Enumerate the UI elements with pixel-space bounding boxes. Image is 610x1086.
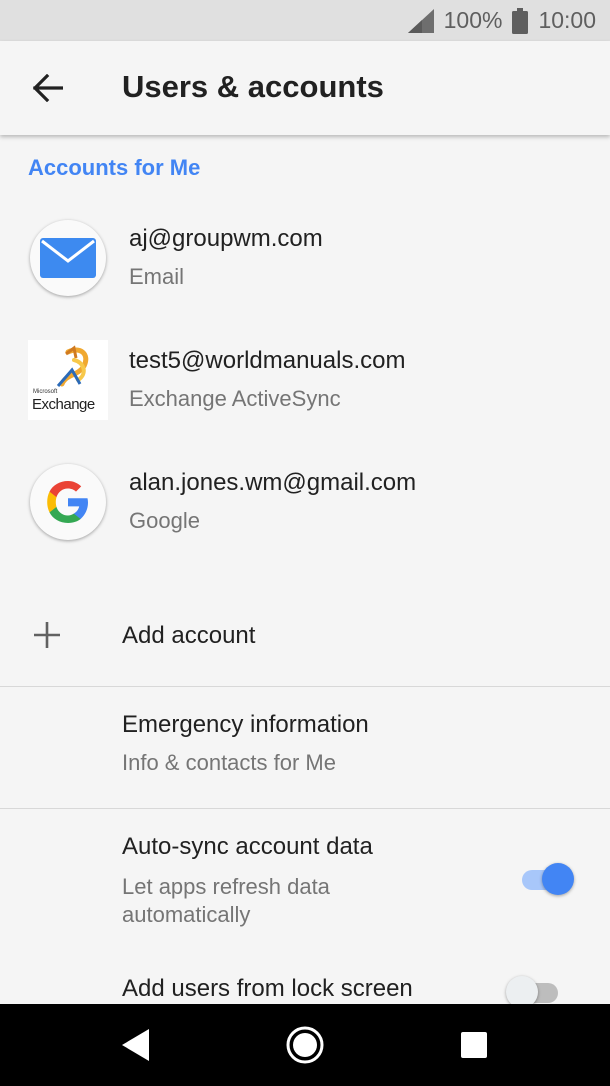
status-bar: 100% 10:00 — [0, 0, 610, 41]
exchange-icon: Microsoft Exchange — [28, 340, 108, 420]
battery-percent: 100% — [443, 7, 503, 33]
nav-recents-button[interactable] — [444, 1020, 504, 1070]
account-row-email[interactable]: aj@groupwm.com Email — [0, 210, 610, 328]
account-title: aj@groupwm.com — [129, 225, 323, 252]
add-users-lock-screen-item[interactable]: Add users from lock screen — [0, 955, 610, 1004]
back-icon — [122, 1029, 149, 1061]
pref-title: Emergency information — [122, 711, 369, 738]
add-account-label: Add account — [122, 622, 256, 649]
toggle-thumb — [506, 976, 538, 1004]
email-icon — [40, 238, 96, 278]
back-button[interactable] — [20, 63, 76, 113]
account-subtitle: Google — [129, 508, 200, 533]
toggle-thumb — [542, 863, 574, 895]
battery-icon — [512, 7, 529, 34]
pref-subtitle: Info & contacts for Me — [122, 750, 336, 775]
status-time: 10:00 — [538, 7, 596, 33]
emergency-information-item[interactable]: Emergency information Info & contacts fo… — [0, 687, 610, 808]
pref-title: Add users from lock screen — [122, 975, 413, 1002]
app-bar: Users & accounts — [0, 41, 610, 135]
pref-title: Auto-sync account data — [122, 833, 373, 860]
auto-sync-toggle[interactable] — [518, 862, 576, 896]
nav-back-button[interactable] — [106, 1020, 166, 1070]
nav-home-button[interactable] — [275, 1020, 335, 1070]
account-row-exchange[interactable]: Microsoft Exchange test5@worldmanuals.co… — [0, 332, 610, 450]
account-title: test5@worldmanuals.com — [129, 347, 406, 374]
arrow-back-icon — [33, 74, 63, 102]
page-title: Users & accounts — [122, 69, 384, 104]
google-icon-container — [28, 462, 108, 542]
home-icon — [286, 1026, 324, 1064]
add-account-button[interactable]: Add account — [0, 590, 610, 680]
signal-icon — [407, 8, 434, 33]
navigation-bar — [0, 1004, 610, 1086]
account-title: alan.jones.wm@gmail.com — [129, 469, 417, 496]
email-icon-container — [28, 218, 108, 298]
auto-sync-item[interactable]: Auto-sync account data Let apps refresh … — [0, 809, 610, 933]
section-header: Accounts for Me — [28, 155, 201, 180]
recents-icon — [461, 1032, 487, 1058]
exchange-small-text: Microsoft — [33, 389, 58, 395]
google-icon — [47, 481, 88, 523]
add-users-toggle[interactable] — [506, 975, 564, 1004]
exchange-logo-text: Exchange — [32, 396, 95, 413]
account-subtitle: Email — [129, 264, 185, 289]
plus-icon — [34, 622, 60, 648]
account-subtitle: Exchange ActiveSync — [129, 386, 341, 411]
account-row-google[interactable]: alan.jones.wm@gmail.com Google — [0, 454, 610, 572]
settings-list[interactable]: Accounts for Me aj@groupwm.com Email Mic… — [0, 135, 610, 1004]
pref-subtitle: Let apps refresh data automatically — [122, 874, 330, 927]
status-icons: 100% 10:00 — [407, 0, 596, 41]
